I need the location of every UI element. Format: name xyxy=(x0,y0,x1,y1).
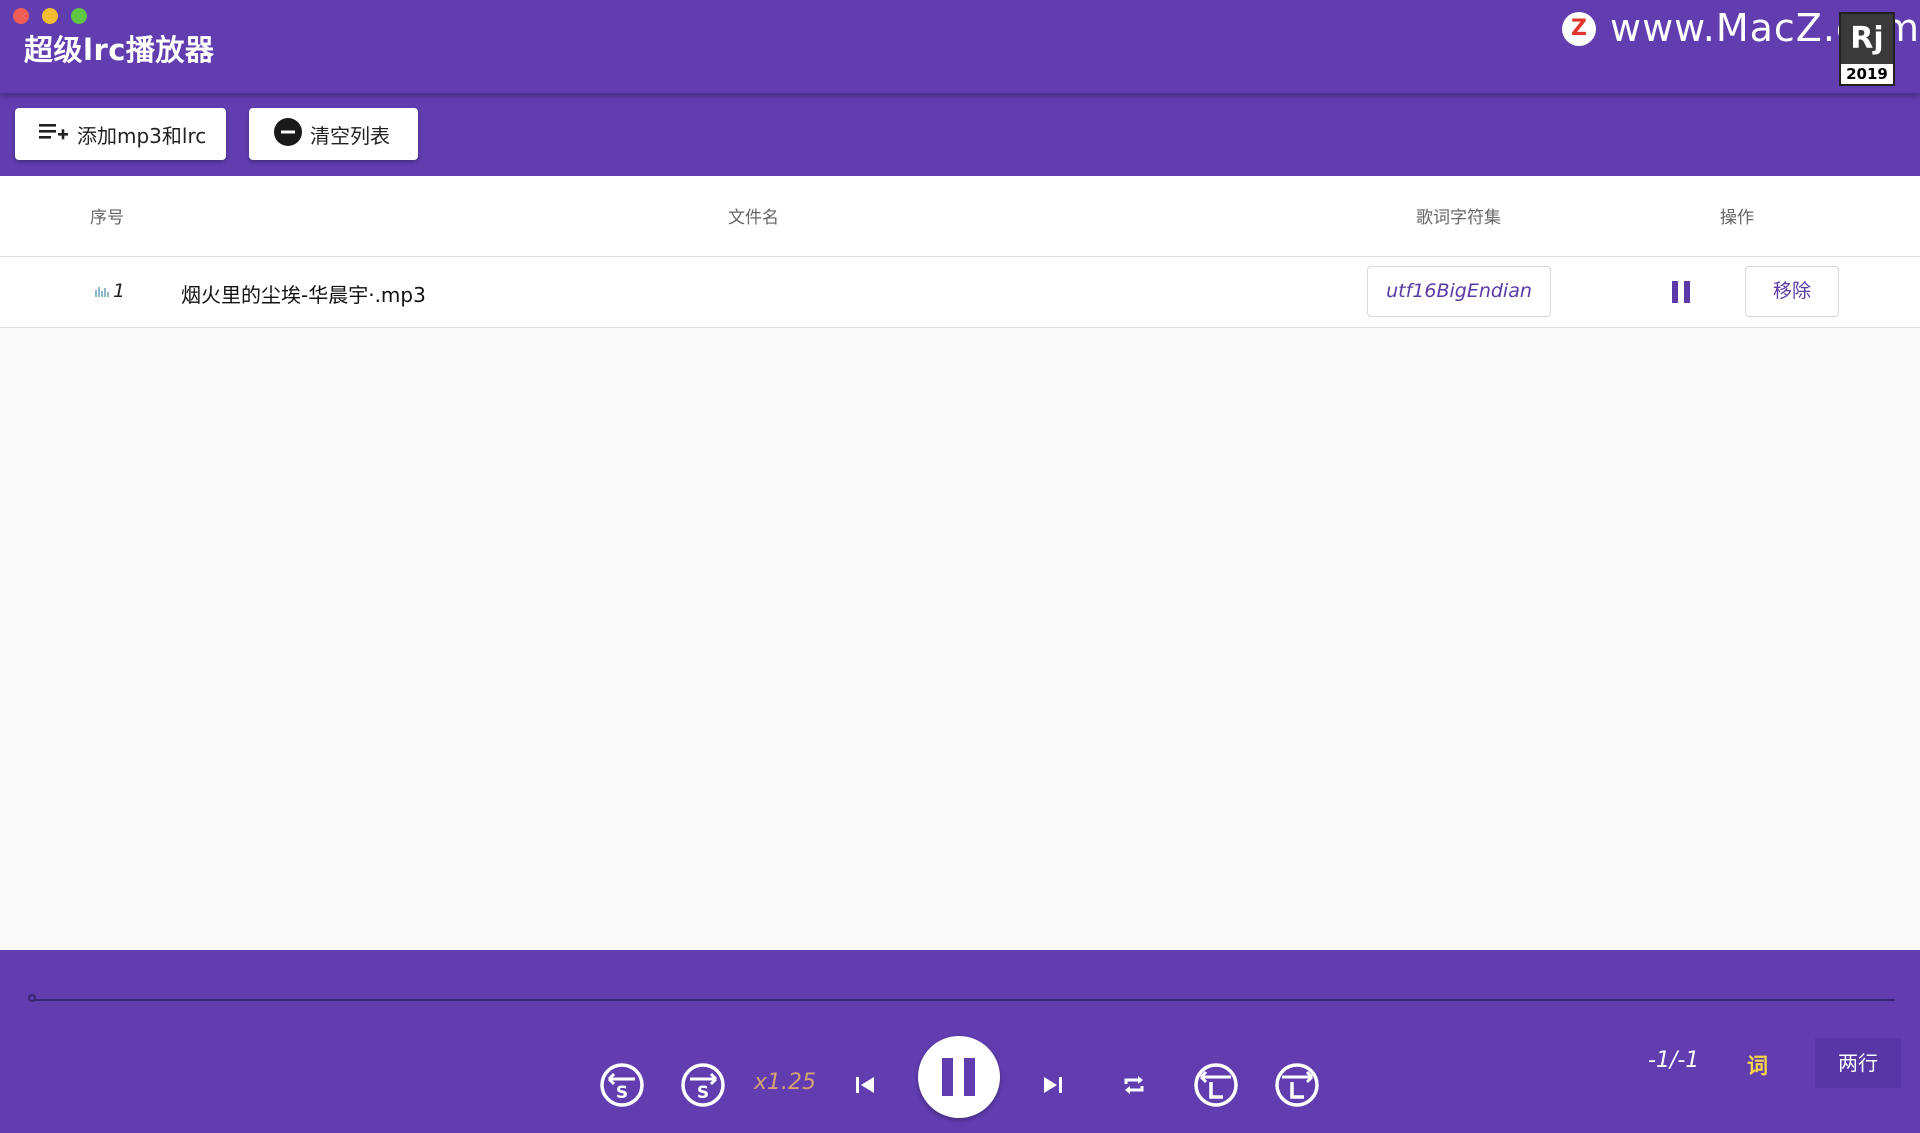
progress-slider[interactable] xyxy=(33,999,1895,1001)
lyrics-forward-icon[interactable] xyxy=(1274,1062,1320,1112)
window-close-button[interactable] xyxy=(13,8,29,24)
clear-list-button[interactable]: 清空列表 xyxy=(249,108,418,160)
row-pause-icon[interactable] xyxy=(1672,281,1692,303)
table-header: 序号 文件名 歌词字符集 操作 xyxy=(0,176,1920,257)
add-mp3-lrc-label: 添加mp3和lrc xyxy=(77,123,207,148)
watermark-badge-mark: Rj xyxy=(1841,14,1893,64)
seek-back-icon[interactable]: S xyxy=(599,1062,645,1112)
row-index-cell: 1 xyxy=(95,280,125,302)
charset-button[interactable]: utf16BigEndian xyxy=(1367,266,1551,317)
lyrics-back-icon[interactable] xyxy=(1193,1062,1239,1112)
row-index: 1 xyxy=(113,280,126,302)
remove-button[interactable]: 移除 xyxy=(1745,266,1839,317)
watermark-badge: Rj 2019 xyxy=(1839,12,1895,86)
add-mp3-lrc-button[interactable]: 添加mp3和lrc xyxy=(15,108,226,160)
repeat-icon[interactable] xyxy=(1122,1076,1146,1098)
svg-text:S: S xyxy=(697,1083,709,1103)
skip-next-icon[interactable] xyxy=(1043,1076,1063,1098)
column-header-filename: 文件名 xyxy=(728,208,779,228)
lyric-line-counter: -1/-1 xyxy=(1648,1048,1700,1073)
player-bar: S S x1.25 -1/-1 词 两行 xyxy=(0,950,1920,1133)
watermark-badge-year: 2019 xyxy=(1846,65,1888,83)
title-bar: 超级lrc播放器 Z www.MacZ.com Rj 2019 xyxy=(0,0,1920,93)
table-row[interactable]: 1 烟火里的尘埃-华晨宇·.mp3 utf16BigEndian 移除 xyxy=(0,257,1920,328)
equalizer-icon xyxy=(95,280,109,302)
two-lines-button[interactable]: 两行 xyxy=(1815,1038,1901,1088)
watermark: Z www.MacZ.com Rj 2019 xyxy=(1562,6,1919,86)
window-maximize-button[interactable] xyxy=(71,8,87,24)
column-header-charset: 歌词字符集 xyxy=(1416,208,1501,228)
playlist-add-icon xyxy=(39,121,69,148)
watermark-logo: Z xyxy=(1562,12,1596,46)
window-minimize-button[interactable] xyxy=(42,8,58,24)
play-pause-button[interactable] xyxy=(918,1036,1000,1118)
progress-slider-handle[interactable] xyxy=(28,994,36,1002)
skip-previous-icon[interactable] xyxy=(855,1076,875,1098)
clear-list-label: 清空列表 xyxy=(310,123,390,148)
svg-text:S: S xyxy=(616,1083,628,1103)
playback-speed[interactable]: x1.25 xyxy=(754,1070,816,1095)
lyrics-toggle-button[interactable]: 词 xyxy=(1747,1050,1768,1080)
row-filename: 烟火里的尘埃-华晨宇·.mp3 xyxy=(181,283,426,307)
seek-forward-icon[interactable]: S xyxy=(680,1062,726,1112)
column-header-index: 序号 xyxy=(90,208,124,228)
column-header-actions: 操作 xyxy=(1720,208,1754,228)
app-title: 超级lrc播放器 xyxy=(24,33,215,67)
remove-circle-icon xyxy=(274,117,302,151)
